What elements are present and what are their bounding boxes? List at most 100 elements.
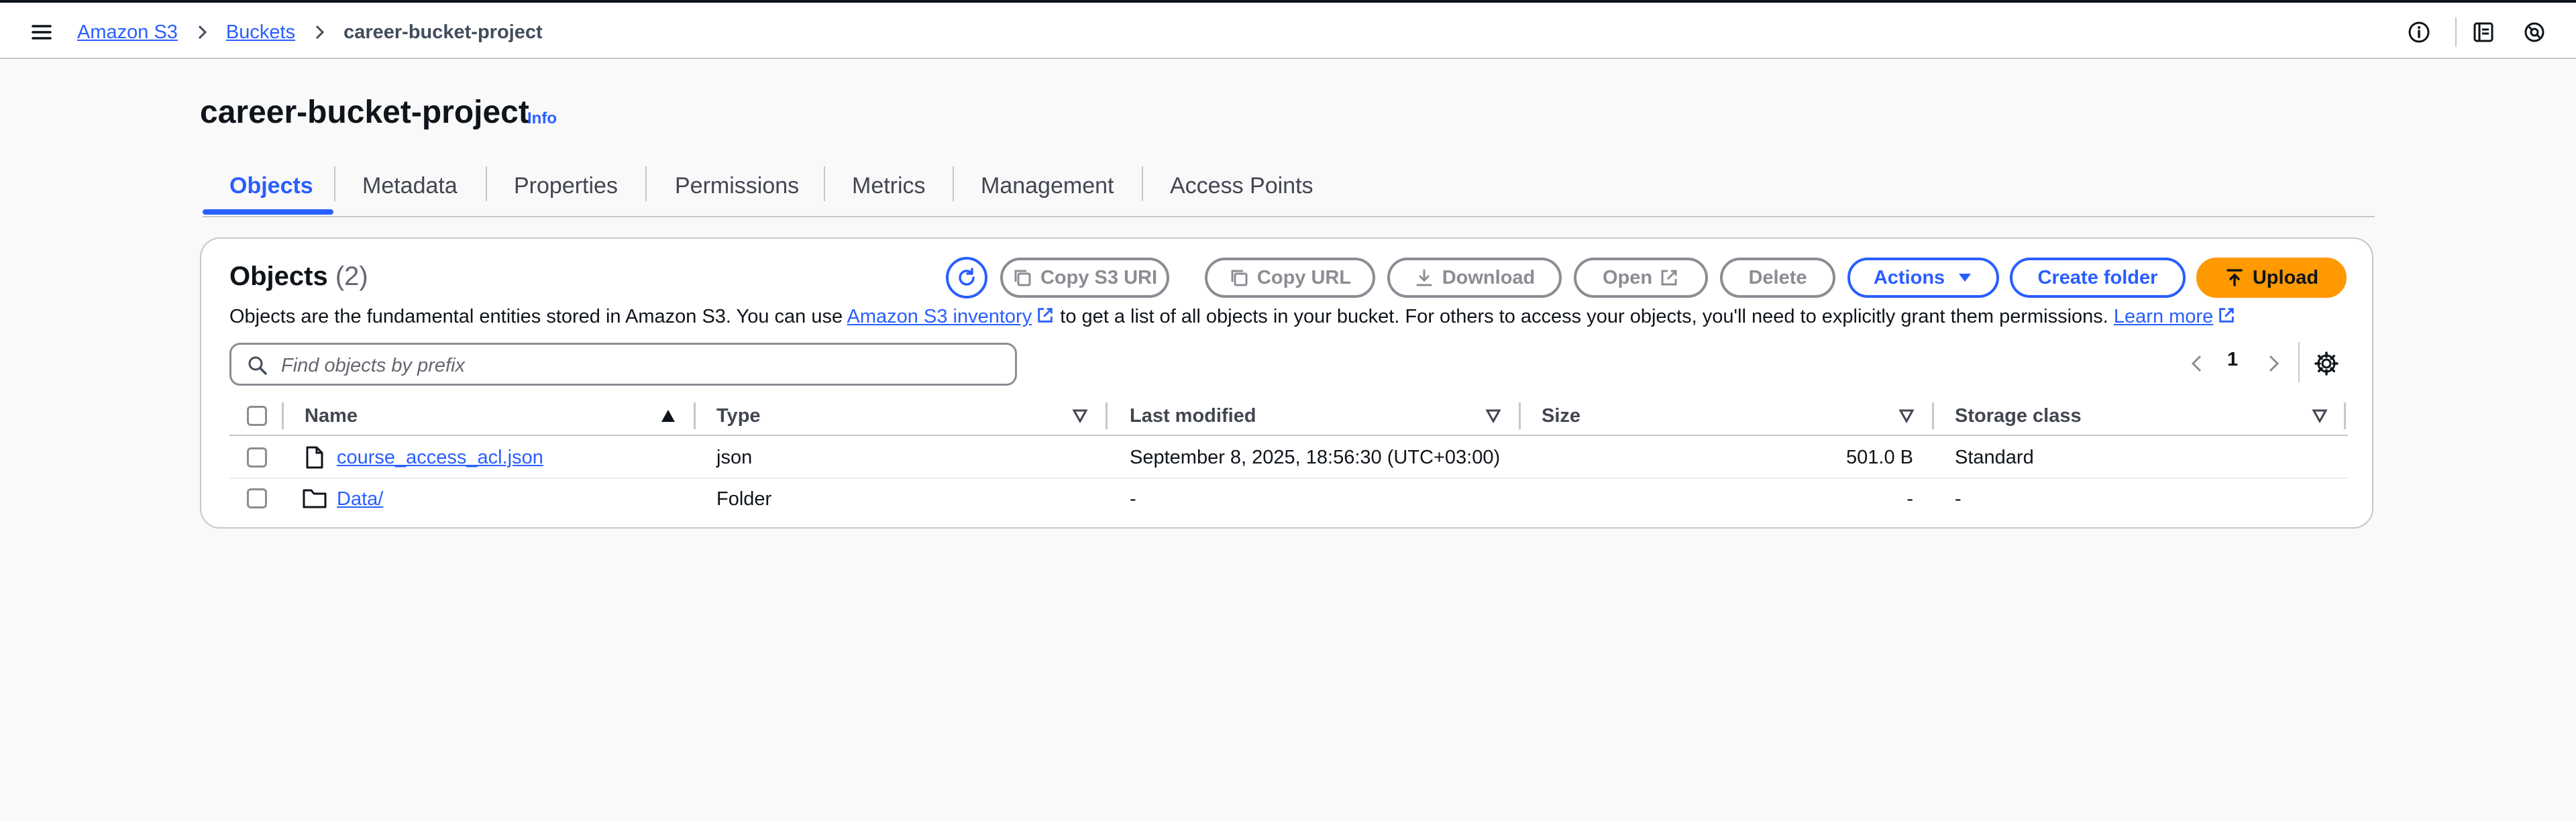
download-icon — [1416, 269, 1432, 286]
copy-icon — [1014, 270, 1031, 286]
sort-icon[interactable] — [1485, 408, 1501, 423]
menu-icon[interactable] — [30, 20, 54, 44]
refresh-button[interactable] — [946, 257, 987, 298]
download-button[interactable]: Download — [1387, 258, 1562, 298]
upload-icon — [2226, 269, 2243, 286]
s3-inventory-link[interactable]: Amazon S3 inventory — [847, 306, 1032, 327]
refresh-icon — [959, 268, 975, 286]
column-header-type[interactable]: Type — [716, 401, 761, 431]
delete-button[interactable]: Delete — [1720, 258, 1835, 298]
table-cell-type: Folder — [716, 488, 772, 510]
tab-management[interactable]: Management — [981, 161, 1114, 211]
column-header-last-modified[interactable]: Last modified — [1130, 401, 1256, 431]
tab-properties[interactable]: Properties — [514, 161, 618, 211]
copy-s3-uri-label: Copy S3 URI — [1040, 266, 1158, 288]
objects-heading: Objects (2) — [229, 262, 368, 292]
top-navigation-bar: Amazon S3 Buckets career-bucket-project — [0, 0, 2576, 59]
actions-dropdown-button[interactable]: Actions — [1847, 258, 1999, 298]
page-number[interactable]: 1 — [2227, 349, 2238, 371]
copy-url-button[interactable]: Copy URL — [1205, 258, 1375, 298]
download-label: Download — [1442, 266, 1536, 288]
open-button[interactable]: Open — [1574, 258, 1708, 298]
tab-separator — [334, 166, 335, 201]
column-separator — [1932, 402, 1934, 429]
select-all-checkbox[interactable] — [247, 406, 267, 426]
column-header-size[interactable]: Size — [1542, 401, 1580, 431]
tab-separator — [824, 166, 825, 201]
description-text-1: Objects are the fundamental entities sto… — [229, 306, 847, 327]
notifications-panel-icon[interactable] — [2471, 20, 2496, 44]
s3-inventory-link-label: Amazon S3 inventory — [847, 306, 1032, 327]
table-cell-size: 501.0 B — [1846, 446, 1913, 468]
objects-count: (2) — [335, 262, 368, 291]
table-row-name: course_access_acl.json — [337, 444, 543, 471]
preferences-gear-icon[interactable] — [2313, 350, 2340, 377]
search-icon — [248, 356, 267, 375]
column-header-storage-class[interactable]: Storage class — [1955, 401, 2082, 431]
tab-permissions[interactable]: Permissions — [675, 161, 799, 211]
tab-access-points[interactable]: Access Points — [1170, 161, 1313, 211]
sort-icon[interactable] — [2312, 408, 2328, 423]
tab-separator — [486, 166, 487, 201]
topbar-divider — [2455, 17, 2457, 47]
chevron-right-icon — [316, 25, 325, 40]
table-header-divider — [229, 435, 2348, 436]
column-separator — [694, 402, 696, 429]
folder-icon — [303, 489, 327, 508]
external-link-icon — [2219, 308, 2234, 323]
column-separator — [1519, 402, 1521, 429]
sort-icon[interactable] — [1898, 408, 1915, 423]
object-link[interactable]: course_access_acl.json — [337, 447, 543, 469]
row-divider — [229, 478, 2348, 479]
search-input[interactable] — [280, 350, 1007, 381]
active-tab-indicator — [203, 209, 333, 215]
tab-separator — [1142, 166, 1143, 201]
external-link-icon — [1038, 308, 1053, 323]
tab-bar: Objects Metadata Properties Permissions … — [203, 161, 2375, 217]
next-page-icon[interactable] — [2261, 351, 2285, 376]
learn-more-link[interactable]: Learn more — [2114, 306, 2213, 327]
info-circle-icon[interactable] — [2407, 20, 2431, 44]
info-link[interactable]: Info — [527, 109, 557, 128]
row-checkbox[interactable] — [247, 447, 267, 468]
external-link-icon — [1661, 270, 1677, 286]
previous-page-icon[interactable] — [2186, 351, 2210, 376]
actions-label: Actions — [1873, 266, 1945, 288]
sort-icon[interactable] — [1072, 408, 1088, 423]
create-folder-button[interactable]: Create folder — [2010, 258, 2186, 298]
settings-cog-icon[interactable] — [2522, 20, 2546, 44]
tab-separator — [645, 166, 647, 201]
breadcrumb-buckets[interactable]: Buckets — [226, 21, 295, 44]
file-icon — [306, 446, 323, 469]
tab-metrics[interactable]: Metrics — [852, 161, 926, 211]
folder-link[interactable]: Data/ — [337, 488, 383, 510]
create-folder-label: Create folder — [2037, 266, 2158, 288]
row-checkbox[interactable] — [247, 488, 267, 508]
column-separator — [1106, 402, 1108, 429]
column-separator — [282, 402, 284, 429]
table-row-name: Data/ — [337, 486, 383, 512]
copy-url-label: Copy URL — [1256, 266, 1352, 288]
table-cell-size: - — [1907, 488, 1913, 510]
breadcrumb-amazon-s3[interactable]: Amazon S3 — [77, 21, 178, 44]
page-title: career-bucket-project — [200, 95, 529, 130]
tab-metadata[interactable]: Metadata — [362, 161, 458, 211]
table-cell-last-modified: - — [1130, 488, 1136, 510]
column-header-name[interactable]: Name — [305, 401, 358, 431]
table-cell-storage-class: - — [1955, 488, 1962, 510]
tab-objects[interactable]: Objects — [229, 161, 313, 211]
sort-ascending-icon[interactable] — [660, 408, 676, 423]
column-separator — [2344, 402, 2346, 429]
table-cell-storage-class: Standard — [1955, 446, 2034, 468]
description-text-2: to get a list of all objects in your buc… — [1055, 306, 2114, 327]
pager-divider — [2298, 342, 2300, 382]
chevron-right-icon — [198, 25, 207, 40]
upload-label: Upload — [2252, 266, 2319, 288]
upload-button[interactable]: Upload — [2196, 258, 2347, 298]
tab-separator — [953, 166, 954, 201]
open-label: Open — [1602, 266, 1653, 288]
copy-s3-uri-button[interactable]: Copy S3 URI — [1000, 258, 1169, 298]
learn-more-label: Learn more — [2113, 306, 2214, 327]
delete-label: Delete — [1748, 266, 1807, 288]
breadcrumb-current: career-bucket-project — [343, 21, 543, 43]
